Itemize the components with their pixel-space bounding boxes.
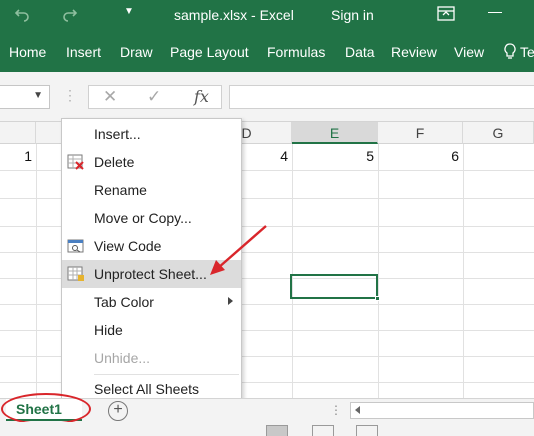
menu-item-delete[interactable]: Delete (62, 148, 241, 176)
menu-item-label: Select All Sheets (94, 381, 200, 397)
window-title: sample.xlsx - Excel (174, 7, 294, 23)
redo-icon[interactable] (62, 6, 78, 25)
name-box[interactable]: ▼ (0, 85, 50, 109)
menu-item-hide[interactable]: Hide (62, 316, 241, 344)
page-break-preview-icon[interactable] (356, 425, 378, 436)
menu-item-label: Hide (94, 322, 123, 338)
tab-insert[interactable]: Insert (66, 44, 101, 60)
formula-bar: ▼ ⋮ ✕ ✓ fx (0, 72, 534, 122)
column-line (378, 144, 379, 398)
active-cell[interactable] (290, 274, 380, 301)
page-layout-view-icon[interactable] (312, 425, 334, 436)
minimize-icon[interactable] (488, 12, 502, 13)
column-header-f[interactable]: F (378, 122, 463, 144)
excel-window: ▼ sample.xlsx - Excel Sign in Home Inser… (0, 0, 534, 436)
menu-item-label: Unprotect Sheet... (94, 266, 207, 282)
add-sheet-icon[interactable]: + (108, 401, 128, 421)
menu-item-rename[interactable]: Rename (62, 176, 241, 204)
red-arrow-annotation (210, 225, 267, 275)
normal-view-icon[interactable] (266, 425, 288, 436)
menu-item-label: Move or Copy... (94, 210, 192, 226)
menu-item-label: Unhide... (94, 350, 151, 366)
formula-buttons: ✕ ✓ fx (88, 85, 222, 109)
unprotect-sheet-icon (67, 266, 85, 282)
menu-item-unhide: Unhide... (62, 344, 241, 372)
tab-draw[interactable]: Draw (120, 44, 153, 60)
cell-value: 6 (451, 148, 459, 164)
ribbon-tabs: Home Insert Draw Page Layout Formulas Da… (0, 34, 534, 72)
column-header-e[interactable]: E (292, 122, 378, 144)
tab-split-grip-icon[interactable]: ⋮ (330, 403, 342, 417)
horizontal-scrollbar[interactable] (350, 402, 534, 419)
sheet-tab-bar: Sheet1 + ⋮ (0, 393, 534, 425)
view-code-icon (67, 238, 85, 254)
menu-item-label: View Code (94, 238, 162, 254)
tell-me-search[interactable]: Te (520, 44, 534, 60)
column-header-a[interactable] (0, 122, 36, 144)
tab-page-layout[interactable]: Page Layout (170, 44, 249, 60)
tab-data[interactable]: Data (345, 44, 375, 60)
tab-home[interactable]: Home (9, 44, 46, 60)
name-box-dropdown-icon[interactable]: ▼ (33, 90, 43, 101)
formula-input[interactable] (229, 85, 534, 109)
column-line (292, 144, 293, 398)
status-bar (0, 422, 534, 436)
menu-item-insert[interactable]: Insert... (62, 120, 241, 148)
tab-formulas[interactable]: Formulas (267, 44, 325, 60)
menu-item-label: Insert... (94, 126, 141, 142)
cell-value: 1 (24, 148, 32, 164)
menu-item-tab-color[interactable]: Tab Color (62, 288, 241, 316)
tab-view[interactable]: View (454, 44, 484, 60)
formula-bar-grip-icon: ⋮ (63, 87, 77, 103)
cancel-icon[interactable]: ✕ (103, 87, 117, 107)
delete-sheet-icon (67, 154, 85, 170)
menu-item-label: Tab Color (94, 294, 154, 310)
tab-review[interactable]: Review (391, 44, 437, 60)
insert-function-button[interactable]: fx (194, 87, 209, 106)
title-bar: ▼ sample.xlsx - Excel Sign in (0, 0, 534, 34)
cell-value: 4 (280, 148, 288, 164)
enter-icon[interactable]: ✓ (147, 87, 161, 107)
undo-icon[interactable] (14, 6, 30, 25)
lightbulb-icon[interactable] (503, 43, 517, 64)
menu-item-label: Rename (94, 182, 147, 198)
column-line (36, 144, 37, 398)
menu-item-label: Delete (94, 154, 135, 170)
red-circle-annotation (1, 393, 91, 425)
submenu-arrow-icon (228, 297, 233, 305)
column-line (463, 144, 464, 398)
customize-qat-icon[interactable]: ▼ (124, 6, 134, 17)
sign-in-link[interactable]: Sign in (331, 7, 374, 23)
fill-handle[interactable] (375, 296, 380, 301)
column-header-g[interactable]: G (463, 122, 534, 144)
scroll-left-icon[interactable] (355, 406, 360, 414)
ribbon-display-options-icon[interactable] (437, 6, 455, 25)
cell-value: 5 (366, 148, 374, 164)
